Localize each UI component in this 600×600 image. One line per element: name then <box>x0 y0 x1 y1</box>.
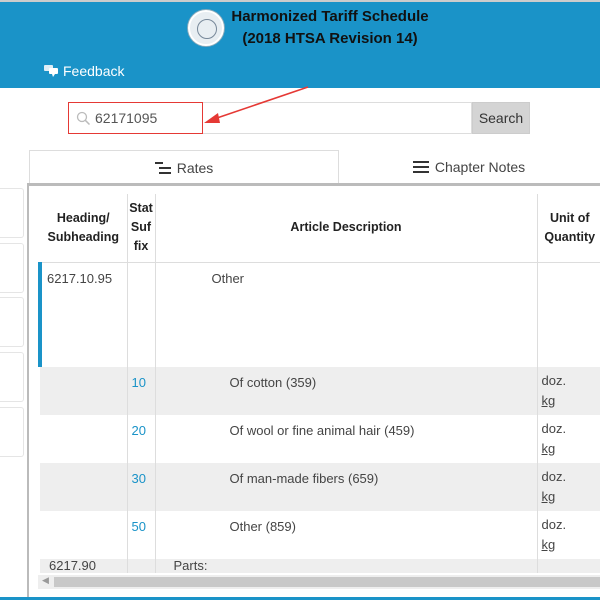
desc-cell: Of wool or fine animal hair (459) <box>155 415 538 463</box>
tariff-table: Heading/ Subheading Stat Suf fix Article… <box>38 194 600 573</box>
desc-cell: Other <box>155 262 538 367</box>
unit-secondary: kg <box>541 393 556 408</box>
list-indent-icon <box>154 161 171 174</box>
chat-bubbles-icon <box>44 65 58 77</box>
table-row[interactable]: 20 Of wool or fine animal hair (459) doz… <box>40 415 600 463</box>
unit-cell: doz. kg <box>537 463 600 511</box>
col-unit: Unit of Quantity <box>537 194 600 263</box>
tab-chapter-notes[interactable]: Chapter Notes <box>338 150 600 184</box>
scroll-left-arrow-icon[interactable]: ◀ <box>42 575 49 586</box>
tab-rates[interactable]: Rates <box>29 150 339 184</box>
unit-primary: doz. <box>541 421 567 436</box>
unit-cell: doz. kg <box>537 415 600 463</box>
highlight-box <box>68 102 203 134</box>
unit-secondary: kg <box>541 537 556 552</box>
desc-cell: Of man-made fibers (659) <box>155 463 538 511</box>
scrollbar-thumb[interactable] <box>54 577 600 587</box>
stat-cell <box>127 262 156 367</box>
sidebar-panel[interactable] <box>0 188 24 238</box>
table-row[interactable]: 10 Of cotton (359) doz. kg <box>40 367 600 415</box>
table-row[interactable]: 30 Of man-made fibers (659) doz. kg <box>40 463 600 511</box>
sidebar-panel[interactable] <box>0 243 24 293</box>
table-header-row: Heading/ Subheading Stat Suf fix Article… <box>40 194 600 263</box>
col-description: Article Description <box>155 194 538 263</box>
tab-label: Rates <box>176 159 214 176</box>
stat-link[interactable]: 20 <box>127 415 156 463</box>
unit-primary: doz. <box>541 517 567 532</box>
tab-label: Chapter Notes <box>434 159 526 175</box>
unit-primary: doz. <box>541 373 567 388</box>
stat-link[interactable]: 10 <box>127 367 156 415</box>
heading-cell: 6217.10.95 <box>38 262 128 367</box>
sidebar-panel[interactable] <box>0 352 24 402</box>
desc-cell: Parts: <box>155 559 538 573</box>
desc-cell: Of cotton (359) <box>155 367 538 415</box>
col-stat: Stat Suf fix <box>127 194 156 263</box>
header: Harmonized Tariff Schedule (2018 HTSA Re… <box>0 0 600 88</box>
unit-secondary: kg <box>541 489 556 504</box>
unit-secondary: kg <box>541 441 556 456</box>
unit-primary: doz. <box>541 469 567 484</box>
feedback-label: Feedback <box>63 63 125 79</box>
table-row[interactable]: 6217.10.95 Other <box>38 262 600 367</box>
title-line1: Harmonized Tariff Schedule <box>231 8 429 25</box>
annotation-arrow <box>204 86 309 123</box>
col-heading: Heading/ Subheading <box>40 194 128 263</box>
title-line2: (2018 HTSA Revision 14) <box>242 30 418 47</box>
sidebar-panel[interactable] <box>0 407 24 457</box>
search-button[interactable]: Search <box>472 102 530 134</box>
unit-cell: doz. kg <box>537 511 600 559</box>
stat-link[interactable]: 30 <box>127 463 156 511</box>
stat-link[interactable]: 50 <box>127 511 156 559</box>
unit-cell: doz. kg <box>537 367 600 415</box>
menu-icon <box>412 161 429 173</box>
feedback-link[interactable]: Feedback <box>44 63 124 79</box>
sidebar-panel[interactable] <box>0 297 24 347</box>
table-row[interactable]: 50 Other (859) doz. kg <box>40 511 600 559</box>
heading-cell: 6217.90 <box>40 559 128 573</box>
unit-cell <box>537 262 600 367</box>
desc-cell: Other (859) <box>155 511 538 559</box>
table-row[interactable]: 6217.90 Parts: <box>40 559 600 573</box>
